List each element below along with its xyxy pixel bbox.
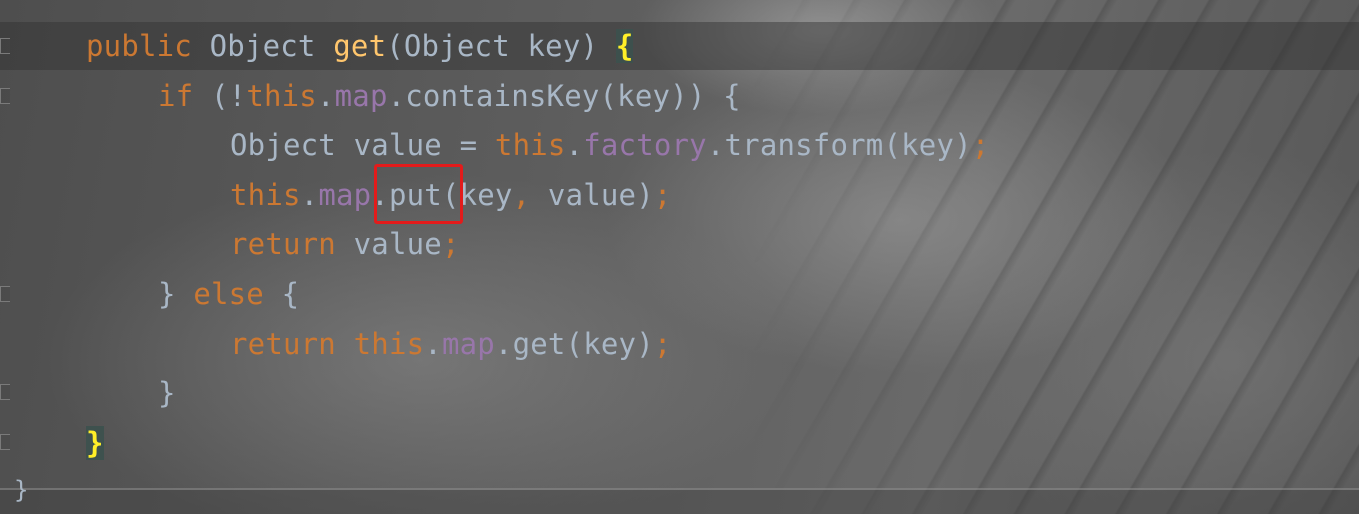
code-token: (! (210, 78, 247, 113)
code-token: . (424, 326, 442, 361)
code-token: map (334, 78, 388, 113)
code-token: ; (441, 227, 460, 262)
code-line[interactable]: if (!this.map.containsKey(key)) { (158, 72, 741, 121)
code-token: return (230, 326, 354, 361)
code-token: value) (547, 177, 654, 212)
code-token: } (158, 277, 194, 311)
code-token: ; (653, 177, 672, 212)
code-line[interactable]: } (158, 369, 176, 418)
code-token: return (230, 227, 354, 262)
fold-marker-icon[interactable] (0, 88, 10, 104)
code-token: } (158, 376, 176, 411)
trailing-brace: } (14, 476, 29, 504)
fold-marker-icon[interactable] (0, 384, 10, 400)
code-token: . (300, 177, 319, 212)
code-token: , (512, 177, 548, 212)
code-line[interactable]: } (86, 419, 104, 468)
code-line[interactable]: public Object get(Object key) { (86, 22, 634, 71)
code-token: map (441, 326, 495, 361)
code-token: } (86, 425, 104, 460)
code-token: .get(key) (494, 326, 654, 361)
code-token: . (565, 128, 584, 163)
code-token: { (615, 29, 634, 63)
editor-bottom-strip (0, 490, 1359, 514)
code-token: get (333, 29, 387, 63)
code-token: else (193, 277, 282, 311)
code-line[interactable]: Object value = this.factory.transform(ke… (230, 121, 989, 170)
red-annotation-box (374, 164, 463, 224)
code-token: this (494, 128, 566, 163)
code-token: ; (653, 326, 672, 361)
code-token: this (353, 326, 425, 361)
fold-marker-icon[interactable] (0, 38, 10, 54)
code-token: ; (971, 128, 990, 163)
code-line[interactable]: return value; (230, 220, 460, 269)
code-token: .containsKey(key)) { (387, 78, 741, 113)
code-line[interactable]: } else { (158, 270, 299, 319)
code-token: . (316, 78, 335, 113)
code-token: (Object key) (386, 29, 616, 63)
code-line[interactable]: return this.map.get(key); (230, 320, 672, 369)
code-token: map (318, 177, 372, 212)
code-token: this (246, 78, 317, 113)
fold-marker-icon[interactable] (0, 286, 10, 302)
code-token: Object value = (230, 128, 495, 163)
code-token: if (158, 78, 211, 113)
code-token: value (353, 227, 442, 262)
code-token: .transform(key) (706, 128, 972, 163)
code-token: public (86, 29, 210, 63)
code-token: { (281, 277, 300, 311)
code-token: Object (209, 29, 334, 63)
code-token: factory (583, 128, 707, 163)
fold-marker-icon[interactable] (0, 434, 10, 450)
code-token: this (230, 177, 301, 212)
